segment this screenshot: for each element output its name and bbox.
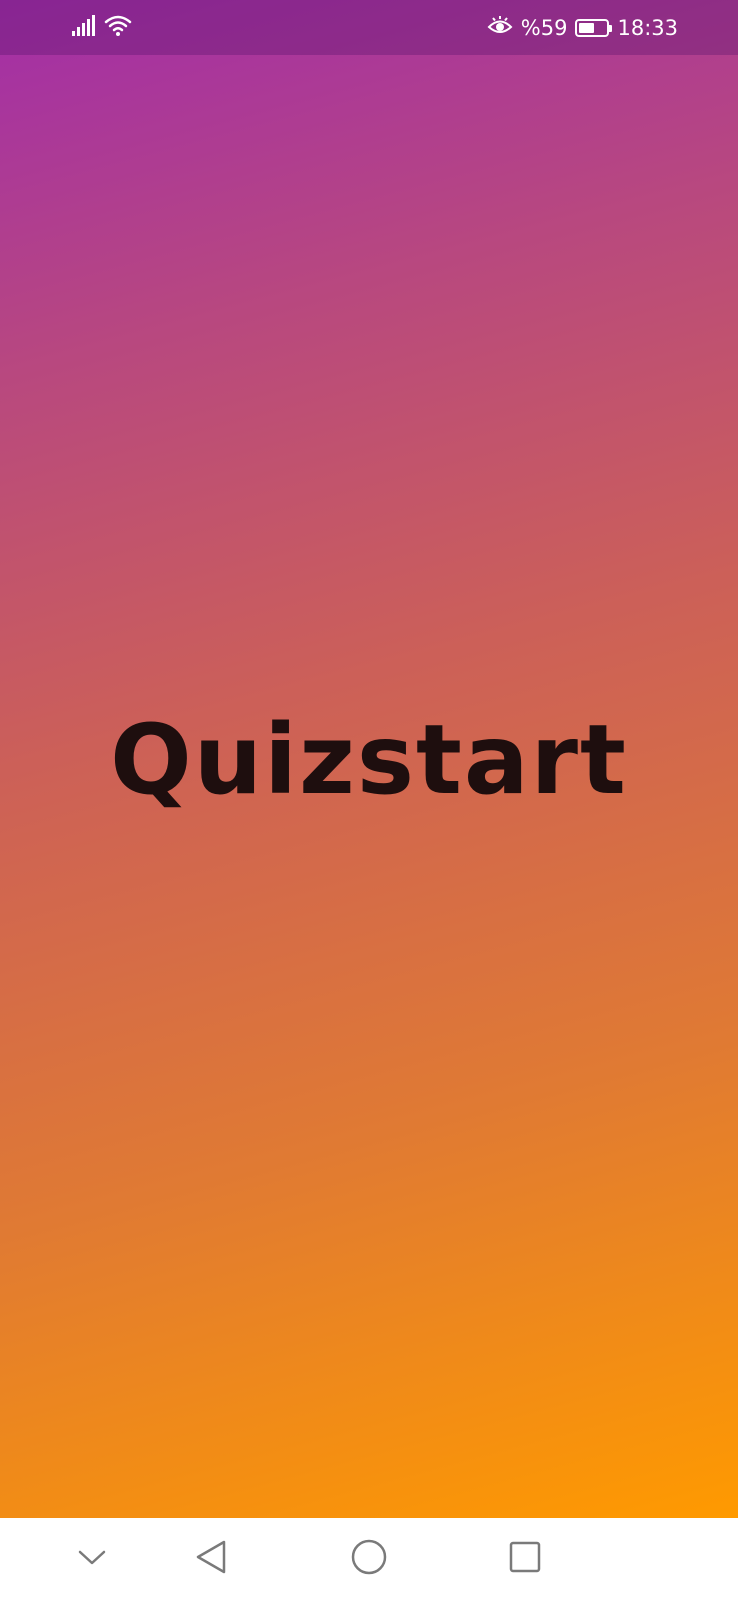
clock: 18:33	[617, 16, 678, 40]
navigation-bar	[0, 1518, 738, 1600]
chevron-down-icon	[77, 1547, 107, 1571]
wifi-icon	[104, 14, 132, 42]
signal-icon	[72, 15, 96, 41]
home-circle-icon	[350, 1538, 388, 1580]
status-right-icons: %59 18:33	[487, 14, 678, 42]
home-button[interactable]	[346, 1536, 392, 1582]
eye-comfort-icon	[487, 15, 513, 42]
collapse-nav-button[interactable]	[69, 1536, 115, 1582]
app-title: Quizstart	[110, 704, 628, 816]
status-left-icons	[72, 14, 132, 42]
splash-screen: %59 18:33 Quizstart	[0, 0, 738, 1600]
battery-icon	[575, 19, 613, 37]
battery-level-fill	[579, 23, 595, 33]
battery-percent: %59	[520, 16, 568, 40]
recents-square-icon	[508, 1540, 542, 1578]
recents-button[interactable]	[502, 1536, 548, 1582]
battery-tip	[609, 25, 613, 32]
status-bar: %59 18:33	[0, 0, 738, 55]
back-button[interactable]	[188, 1536, 234, 1582]
back-triangle-icon	[194, 1539, 228, 1579]
